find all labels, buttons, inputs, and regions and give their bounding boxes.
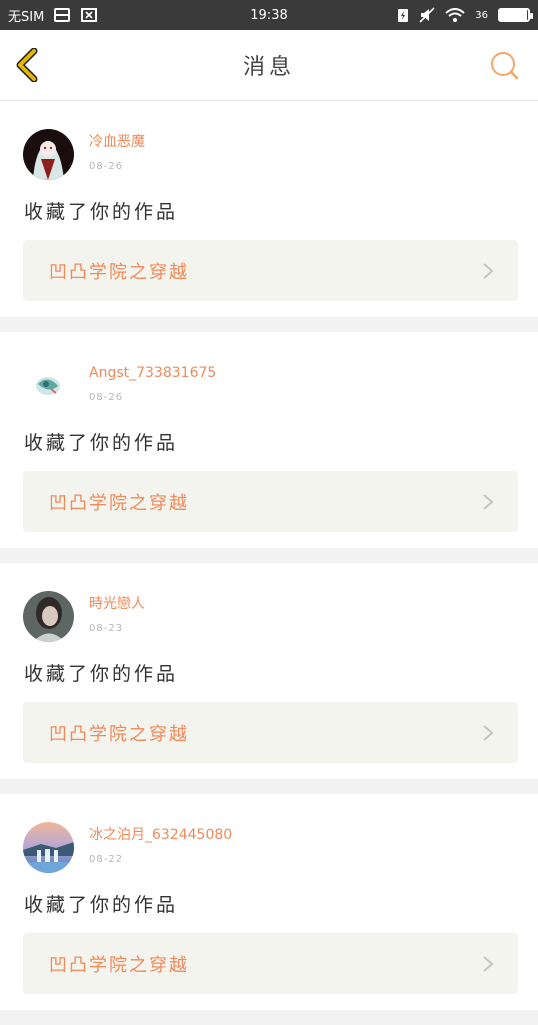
- message-date: 08-22: [89, 854, 124, 865]
- action-text: 收藏了你的作品: [24, 201, 179, 223]
- message-card: 時光戀人 08-23 收藏了你的作品 凹凸学院之穿越: [0, 563, 538, 779]
- back-button[interactable]: [12, 47, 46, 83]
- search-button[interactable]: [488, 49, 520, 81]
- chevron-right-icon: [483, 724, 494, 741]
- gallery-icon: [54, 8, 71, 22]
- username[interactable]: 冰之泊月_632445080: [89, 826, 232, 844]
- username[interactable]: 時光戀人: [89, 595, 145, 613]
- action-text: 收藏了你的作品: [24, 663, 179, 685]
- chevron-right-icon: [483, 955, 494, 972]
- screenshot-icon: [80, 7, 98, 23]
- action-text: 收藏了你的作品: [24, 894, 179, 916]
- work-title: 凹凸学院之穿越: [49, 723, 189, 745]
- message-list: 冷血恶魔 08-26 收藏了你的作品 凹凸学院之穿越 Angst_7338316…: [0, 101, 538, 1025]
- message-card: Angst_733831675 08-26 收藏了你的作品 凹凸学院之穿越: [0, 332, 538, 548]
- avatar[interactable]: [23, 591, 74, 642]
- work-link[interactable]: 凹凸学院之穿越: [23, 933, 518, 994]
- work-title: 凹凸学院之穿越: [49, 261, 189, 283]
- status-time: 19:38: [250, 7, 288, 23]
- message-card: 冰之泊月_632445080 08-22 收藏了你的作品 凹凸学院之穿越: [0, 794, 538, 1010]
- battery-saver-icon: [397, 7, 409, 23]
- chevron-left-icon: [16, 47, 38, 83]
- action-text: 收藏了你的作品: [24, 432, 179, 454]
- chevron-right-icon: [483, 262, 494, 279]
- message-date: 08-26: [89, 161, 124, 172]
- page-title: 消息: [242, 55, 295, 80]
- work-title: 凹凸学院之穿越: [49, 492, 189, 514]
- battery-icon: [498, 8, 533, 22]
- app-header: 消息: [0, 30, 538, 101]
- user-row: Angst_733831675 08-26: [23, 360, 216, 411]
- username[interactable]: 冷血恶魔: [89, 133, 145, 151]
- user-row: 冰之泊月_632445080 08-22: [23, 822, 232, 873]
- username[interactable]: Angst_733831675: [89, 364, 216, 382]
- user-row: 冷血恶魔 08-26: [23, 129, 145, 180]
- search-icon: [491, 52, 519, 80]
- avatar[interactable]: [23, 822, 74, 873]
- work-link[interactable]: 凹凸学院之穿越: [23, 471, 518, 532]
- message-date: 08-26: [89, 392, 124, 403]
- avatar[interactable]: [23, 360, 74, 411]
- avatar[interactable]: [23, 129, 74, 180]
- mute-icon: [419, 7, 435, 23]
- message-date: 08-23: [89, 623, 124, 634]
- message-card: 冷血恶魔 08-26 收藏了你的作品 凹凸学院之穿越: [0, 101, 538, 317]
- chevron-right-icon: [483, 493, 494, 510]
- work-link[interactable]: 凹凸学院之穿越: [23, 702, 518, 763]
- carrier-label: 无SIM: [8, 9, 45, 25]
- work-link[interactable]: 凹凸学院之穿越: [23, 240, 518, 301]
- work-title: 凹凸学院之穿越: [49, 954, 189, 976]
- user-row: 時光戀人 08-23: [23, 591, 145, 642]
- network-label: 36: [475, 9, 488, 21]
- wifi-icon: [445, 8, 465, 22]
- status-bar: 无SIM 19:38 36: [0, 0, 538, 30]
